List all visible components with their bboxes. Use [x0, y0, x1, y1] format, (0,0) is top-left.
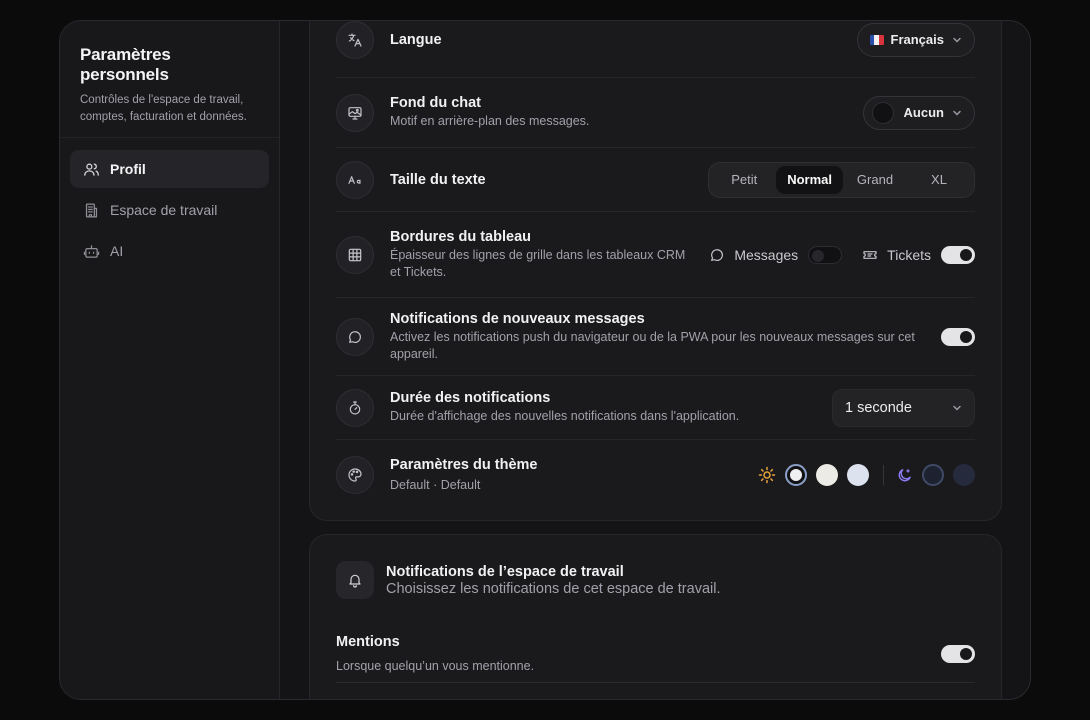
messages-border-label: Messages [734, 246, 799, 263]
text-size-option-grand[interactable]: Grand [843, 166, 907, 194]
bell-icon [336, 561, 374, 599]
dark-theme-swatch-blue[interactable] [953, 464, 975, 486]
text-size-option-normal[interactable]: Normal [776, 165, 843, 194]
sidebar-item-ai[interactable]: AI [70, 232, 269, 270]
workspace-notifications-card: Notifications de l’espace de travail Cho… [309, 534, 1002, 699]
notification-duration-value: 1 seconde [845, 399, 912, 416]
table-borders-desc: Épaisseur des lignes de grille dans les … [390, 247, 686, 279]
messages-border-option: Messages [709, 247, 798, 263]
language-value: Français [890, 32, 944, 47]
text-size-icon [336, 160, 374, 199]
chat-background-title: Fond du chat [390, 95, 482, 111]
sidebar-title: Paramètres personnels [80, 45, 171, 84]
new-message-notifications-title: Notifications de nouveaux messages [390, 310, 645, 327]
theme-row: Paramètres du thème Default · Default [336, 440, 975, 510]
workspace-notifications-subtitle: Choisissez les notifications de cet espa… [386, 580, 721, 597]
new-message-notifications-desc: Activez les notifications push du naviga… [390, 329, 915, 361]
mentions-toggle[interactable] [941, 644, 975, 663]
table-icon [336, 235, 374, 274]
notification-duration-row: Durée des notifications Durée d'affichag… [336, 376, 975, 440]
sidebar-item-espace-de-travail[interactable]: Espace de travail [70, 191, 269, 229]
notification-duration-select[interactable]: 1 seconde [832, 388, 975, 427]
mentions-row: Mentions Lorsque quelqu’un vous mentionn… [336, 625, 975, 683]
divider [883, 465, 884, 485]
mentions-title: Mentions [336, 634, 400, 650]
notification-duration-title: Durée des notifications [390, 390, 551, 406]
mentions-desc: Lorsque quelqu’un vous mentionne. [336, 659, 535, 673]
moon-icon [898, 468, 911, 481]
settings-window: Paramètres personnels Contrôles de l'esp… [59, 20, 1031, 700]
language-row: Langue Français [336, 21, 975, 78]
theme-desc: Default · Default [390, 477, 481, 492]
chat-bubble-icon [336, 317, 374, 356]
new-message-notifications-toggle[interactable] [941, 327, 975, 346]
stopwatch-icon [336, 388, 374, 427]
language-title: Langue [390, 31, 442, 48]
chat-background-select[interactable]: Aucun [862, 95, 975, 130]
sidebar-item-label: Profil [110, 161, 146, 177]
sidebar-subtitle: Contrôles de l'espace de travail, compte… [80, 94, 247, 123]
tickets-border-label: Tickets [887, 246, 931, 263]
text-size-title: Taille du texte [390, 171, 486, 188]
flag-fr-icon [869, 34, 884, 45]
messages-border-toggle[interactable] [808, 245, 843, 264]
tickets-border-toggle[interactable] [941, 245, 975, 264]
users-icon [82, 160, 100, 178]
notification-duration-desc: Durée d'affichage des nouvelles notifica… [390, 409, 740, 423]
chevron-down-icon [953, 37, 961, 43]
bot-icon [82, 242, 100, 260]
language-select[interactable]: Français [856, 22, 975, 57]
chat-background-value: Aucun [903, 105, 944, 120]
sidebar-header: Paramètres personnels Contrôles de l'esp… [60, 21, 279, 138]
main-content: Langue Français Fond du chat Motif en ar… [281, 21, 1030, 699]
light-theme-swatch-default[interactable] [785, 464, 807, 486]
theme-title: Paramètres du thème [390, 456, 538, 473]
palette-icon [336, 456, 374, 494]
sidebar-item-profil[interactable]: Profil [70, 150, 269, 188]
text-size-option-xl[interactable]: XL [907, 166, 971, 194]
new-message-notifications-row: Notifications de nouveaux messages Activ… [336, 298, 975, 376]
ticket-icon [863, 250, 877, 259]
building-icon [82, 201, 100, 219]
chevron-down-icon [953, 405, 961, 411]
chevron-down-icon [953, 110, 961, 116]
sidebar: Paramètres personnels Contrôles de l'esp… [60, 21, 280, 699]
table-borders-row: Bordures du tableau Épaisseur des lignes… [336, 212, 975, 298]
sidebar-nav: Profil Espace de travail AI [60, 138, 279, 285]
text-size-option-petit[interactable]: Petit [712, 166, 776, 194]
sun-icon [758, 466, 776, 484]
workspace-notifications-title: Notifications de l’espace de travail [386, 563, 624, 580]
text-size-row: Taille du texte Petit Normal Grand XL [336, 148, 975, 212]
image-icon [336, 93, 374, 132]
chat-background-desc: Motif en arrière-plan des messages. [390, 114, 590, 128]
text-size-segmented-control: Petit Normal Grand XL [708, 161, 975, 198]
tickets-border-option: Tickets [862, 247, 931, 263]
sidebar-item-label: AI [110, 243, 124, 259]
light-theme-swatch-cool[interactable] [847, 464, 869, 486]
chat-bubble-icon [711, 248, 724, 261]
translate-icon [336, 21, 374, 59]
sidebar-item-label: Espace de travail [110, 202, 218, 218]
dark-theme-swatch-default[interactable] [922, 464, 944, 486]
background-swatch [871, 101, 894, 124]
chat-background-row: Fond du chat Motif en arrière-plan des m… [336, 78, 975, 148]
preferences-card: Langue Français Fond du chat Motif en ar… [309, 21, 1002, 521]
light-theme-swatch-warm[interactable] [816, 464, 838, 486]
table-borders-title: Bordures du tableau [390, 228, 531, 245]
